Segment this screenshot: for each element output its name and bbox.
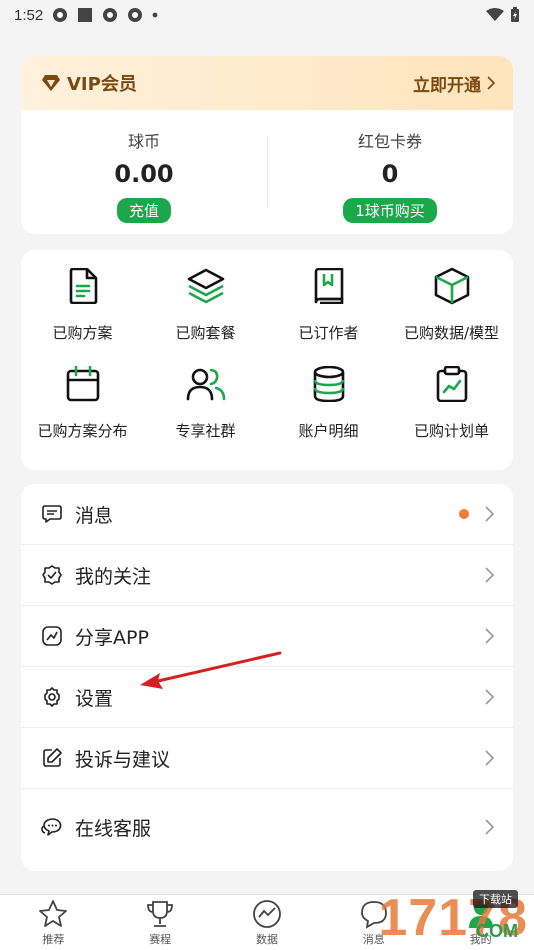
nav-tab-schedule[interactable]: 赛程 [107, 895, 214, 950]
message-icon [42, 505, 62, 523]
wallet-label: 红包卡券 [357, 132, 422, 151]
layers-icon [187, 268, 224, 304]
wallet-label: 球币 [127, 132, 160, 151]
grid-label: 已购套餐 [175, 324, 236, 342]
wifi-icon [486, 8, 504, 21]
vip-title: VIP会员 [67, 74, 137, 95]
grid-label: 已购数据/模型 [403, 324, 500, 342]
grid-item-purchased-plan-sheets[interactable]: 已购计划单 [390, 362, 513, 460]
menu-label: 设置 [75, 687, 114, 710]
menu-label: 消息 [75, 504, 114, 527]
menu-item-customer-service[interactable]: 在线客服 [21, 789, 513, 865]
chevron-right-icon [485, 689, 495, 705]
menu-item-share-app[interactable]: 分享APP [21, 606, 513, 667]
cube-icon [434, 267, 469, 305]
grid-label: 已订作者 [298, 324, 359, 342]
clipboard-chart-icon [436, 366, 467, 402]
bookmark-book-icon [314, 268, 343, 304]
menu-label: 我的关注 [75, 565, 152, 588]
purchases-grid: 已购方案 已购套餐 已订作者 已购数据/模型 已购方案分布 专享社群 账户明细 [21, 250, 513, 470]
notification-icon [53, 8, 68, 22]
gear-icon [44, 687, 60, 707]
wallet-value: 0 [381, 160, 399, 188]
grid-item-account-details[interactable]: 账户明细 [267, 362, 390, 460]
vip-open-button[interactable]: 立即开通 [413, 71, 495, 96]
nav-label: 赛程 [149, 932, 172, 946]
watermark-suffix: COM [476, 921, 518, 941]
vip-open-label: 立即开通 [413, 75, 481, 96]
nav-tab-recommend[interactable]: 推荐 [0, 895, 107, 950]
grid-item-purchased-plans[interactable]: 已购方案 [21, 264, 144, 362]
grid-label: 已购方案分布 [37, 422, 128, 440]
chevron-right-icon [487, 76, 495, 90]
star-icon [39, 899, 68, 927]
wallet-value: 0.00 [114, 160, 174, 188]
menu-item-feedback[interactable]: 投诉与建议 [21, 728, 513, 789]
chevron-right-icon [485, 819, 495, 835]
unread-dot [459, 509, 469, 519]
menu-item-settings[interactable]: 设置 [21, 667, 513, 728]
chevron-right-icon [485, 750, 495, 766]
notification-icon [78, 8, 93, 22]
chevron-right-icon [485, 567, 495, 583]
vip-banner[interactable]: VIP会员 立即开通 [21, 56, 513, 110]
battery-icon [511, 7, 519, 22]
chevron-right-icon [485, 506, 495, 522]
grid-item-plan-distribution[interactable]: 已购方案分布 [21, 362, 144, 460]
wallet-coins: 球币 0.00 充值 [21, 110, 267, 234]
divider [267, 136, 268, 208]
menu-label: 投诉与建议 [75, 748, 171, 771]
menu-label: 分享APP [75, 626, 149, 649]
menu-item-messages[interactable]: 消息 [21, 484, 513, 545]
status-time: 1:52 [14, 6, 44, 24]
grid-label: 账户明细 [298, 422, 359, 440]
document-icon [69, 268, 97, 304]
menu-item-following[interactable]: 我的关注 [21, 545, 513, 606]
recharge-button[interactable]: 充值 [116, 198, 171, 223]
nav-label: 数据 [255, 932, 278, 946]
grid-item-subscribed-authors[interactable]: 已订作者 [267, 264, 390, 362]
grid-item-purchased-packages[interactable]: 已购套餐 [144, 264, 267, 362]
settings-menu: 消息 我的关注 分享APP 设置 投诉与建议 在线客服 [21, 484, 513, 871]
status-bar: 1:52 [0, 0, 534, 30]
grid-label: 已购计划单 [413, 422, 489, 440]
nav-label: 推荐 [42, 932, 65, 946]
grid-label: 已购方案 [52, 324, 113, 342]
wallet-coupons: 红包卡券 0 1球币购买 [267, 110, 513, 234]
share-icon [42, 626, 62, 646]
vip-card: VIP会员 立即开通 球币 0.00 充值 红包卡券 0 1球币购买 [21, 56, 513, 234]
chat-icon [41, 818, 62, 836]
chevron-right-icon [485, 628, 495, 644]
calendar-icon [66, 366, 99, 402]
grid-label: 专享社群 [175, 422, 236, 440]
edit-icon [43, 748, 62, 767]
buy-coupon-button[interactable]: 1球币购买 [343, 198, 437, 223]
badge-check-icon [42, 565, 62, 585]
watermark-badge: 下载站 [473, 890, 518, 908]
watermark: 17178 下载站 COM [298, 888, 528, 948]
diamond-icon [42, 75, 60, 91]
database-icon [313, 366, 344, 402]
more-dot-icon [152, 12, 158, 18]
grid-item-exclusive-community[interactable]: 专享社群 [144, 362, 267, 460]
trend-icon [253, 899, 281, 928]
group-icon [186, 368, 225, 401]
notification-icon [103, 8, 118, 22]
grid-item-purchased-data[interactable]: 已购数据/模型 [390, 264, 513, 362]
trophy-icon [147, 900, 174, 927]
notification-icon [128, 8, 143, 22]
menu-label: 在线客服 [75, 817, 152, 840]
